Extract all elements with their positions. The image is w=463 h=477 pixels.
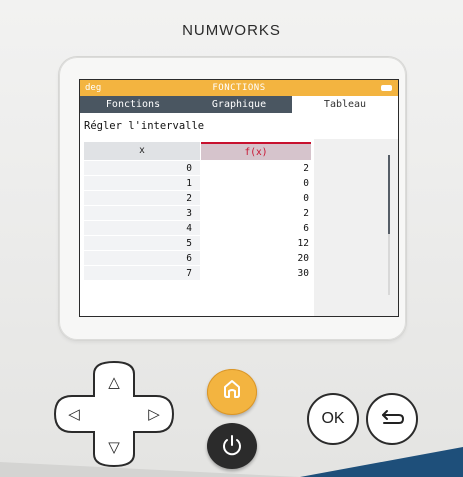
decorative-corner-stripe — [0, 447, 463, 477]
